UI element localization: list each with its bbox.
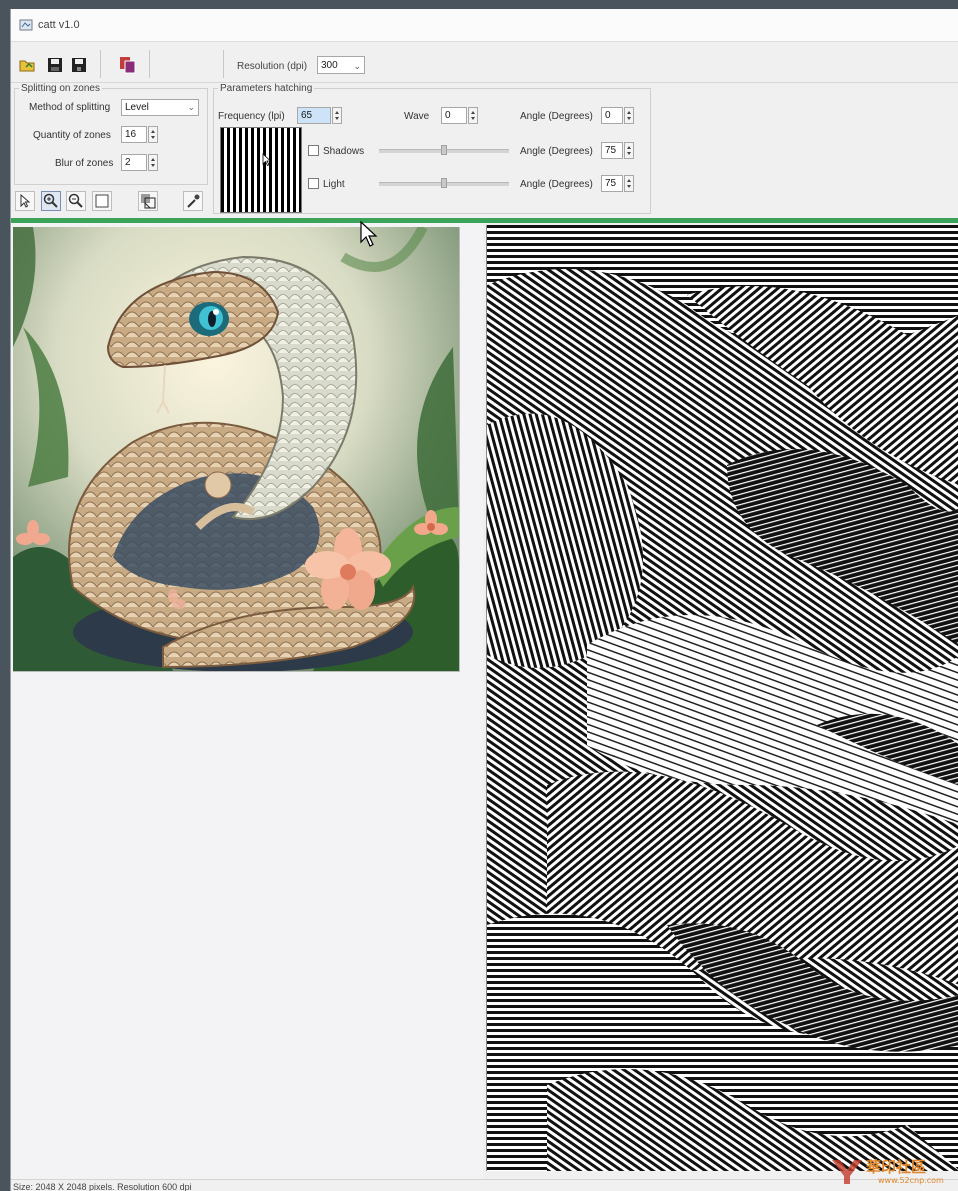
frequency-stepper[interactable] <box>332 107 342 124</box>
chevron-down-icon: ⌄ <box>353 61 361 71</box>
quantity-value: 16 <box>125 129 137 140</box>
quantity-stepper[interactable] <box>148 126 158 143</box>
tool-zoom-out[interactable] <box>66 191 86 211</box>
shadows-angle-value: 75 <box>605 145 617 156</box>
wave-input[interactable]: 0 <box>441 107 467 124</box>
toolbar-separator <box>149 50 150 78</box>
blur-input[interactable]: 2 <box>121 154 147 171</box>
toolbar-separator <box>223 50 224 78</box>
light-angle-value: 75 <box>605 178 617 189</box>
eyedropper-icon <box>187 194 200 208</box>
splitting-legend: Splitting on zones <box>21 83 100 94</box>
shadows-checkbox[interactable] <box>308 145 319 156</box>
result-pane <box>483 223 958 1185</box>
wave-value: 0 <box>445 110 451 121</box>
title-bar: catt v1.0 <box>11 9 958 42</box>
zoom-in-icon <box>43 193 58 208</box>
blur-value: 2 <box>125 157 131 168</box>
fit-icon <box>95 194 109 208</box>
open-icon[interactable] <box>18 56 36 74</box>
angle-input[interactable]: 0 <box>601 107 623 124</box>
light-slider-thumb[interactable] <box>441 178 447 188</box>
tool-eyedropper[interactable] <box>183 191 203 211</box>
app-icon <box>19 19 33 31</box>
mouse-cursor-icon <box>360 220 378 247</box>
light-label: Light <box>323 179 345 190</box>
source-pane <box>11 223 483 1185</box>
status-text: Size: 2048 X 2048 pixels. Resolution 600… <box>13 1182 192 1191</box>
quantity-input[interactable]: 16 <box>121 126 147 143</box>
frequency-input[interactable]: 65 <box>297 107 331 124</box>
shadows-label: Shadows <box>323 146 365 157</box>
toolbar-separator <box>100 50 101 78</box>
light-checkbox[interactable] <box>308 178 319 189</box>
wave-stepper[interactable] <box>468 107 478 124</box>
watermark-url: www.52cnp.com <box>878 1176 944 1185</box>
window-title: catt v1.0 <box>38 19 80 31</box>
zoom-out-icon <box>68 193 83 208</box>
angle-label: Angle (Degrees) <box>520 111 593 122</box>
result-image <box>486 225 958 1171</box>
hatching-preview <box>220 127 302 213</box>
watermark-logo-icon <box>832 1160 862 1184</box>
source-image <box>13 227 460 672</box>
status-bar: Size: 2048 X 2048 pixels. Resolution 600… <box>11 1179 958 1191</box>
resolution-label: Resolution (dpi) <box>237 61 308 72</box>
chevron-down-icon: ⌄ <box>187 102 195 112</box>
save-icon[interactable] <box>46 56 64 74</box>
copy-image-icon[interactable] <box>119 56 137 74</box>
watermark-text: 華印社區 <box>866 1158 927 1176</box>
save-all-icon[interactable] <box>70 56 88 74</box>
method-value: Level <box>125 102 149 113</box>
light-angle-stepper[interactable] <box>624 175 634 192</box>
main-toolbar: Resolution (dpi) 300 ⌄ <box>11 42 958 83</box>
method-select[interactable]: Level ⌄ <box>121 99 199 116</box>
frequency-value: 65 <box>301 110 313 121</box>
tool-zoom-in[interactable] <box>41 191 61 211</box>
tool-pointer[interactable] <box>15 191 35 211</box>
shadows-angle-input[interactable]: 75 <box>601 142 623 159</box>
light-angle-label: Angle (Degrees) <box>520 179 593 190</box>
blur-label: Blur of zones <box>55 158 114 169</box>
tool-zones[interactable] <box>138 191 158 211</box>
wave-label: Wave <box>404 111 430 122</box>
zones-icon <box>141 194 156 209</box>
angle-value: 0 <box>605 110 611 121</box>
hatching-legend: Parameters hatching <box>220 83 313 94</box>
resolution-select[interactable]: 300 ⌄ <box>317 56 365 74</box>
parameters-area: Splitting on zones Method of splitting L… <box>11 83 958 217</box>
blur-stepper[interactable] <box>148 154 158 171</box>
light-angle-input[interactable]: 75 <box>601 175 623 192</box>
method-label: Method of splitting <box>29 102 111 113</box>
angle-stepper[interactable] <box>624 107 634 124</box>
tool-fit[interactable] <box>92 191 112 211</box>
shadows-angle-label: Angle (Degrees) <box>520 146 593 157</box>
app-window: catt v1.0 Resolution (dpi) 300 ⌄ Splitti… <box>10 9 958 1191</box>
watermark: 華印社區 www.52cnp.com <box>826 1152 958 1191</box>
quantity-label: Quantity of zones <box>33 130 111 141</box>
hatching-preview-cursor-icon <box>262 153 272 167</box>
shadows-angle-stepper[interactable] <box>624 142 634 159</box>
resolution-value: 300 <box>321 60 338 71</box>
frequency-label: Frequency (lpi) <box>218 111 285 122</box>
pointer-icon <box>20 193 31 208</box>
shadows-slider-thumb[interactable] <box>441 145 447 155</box>
